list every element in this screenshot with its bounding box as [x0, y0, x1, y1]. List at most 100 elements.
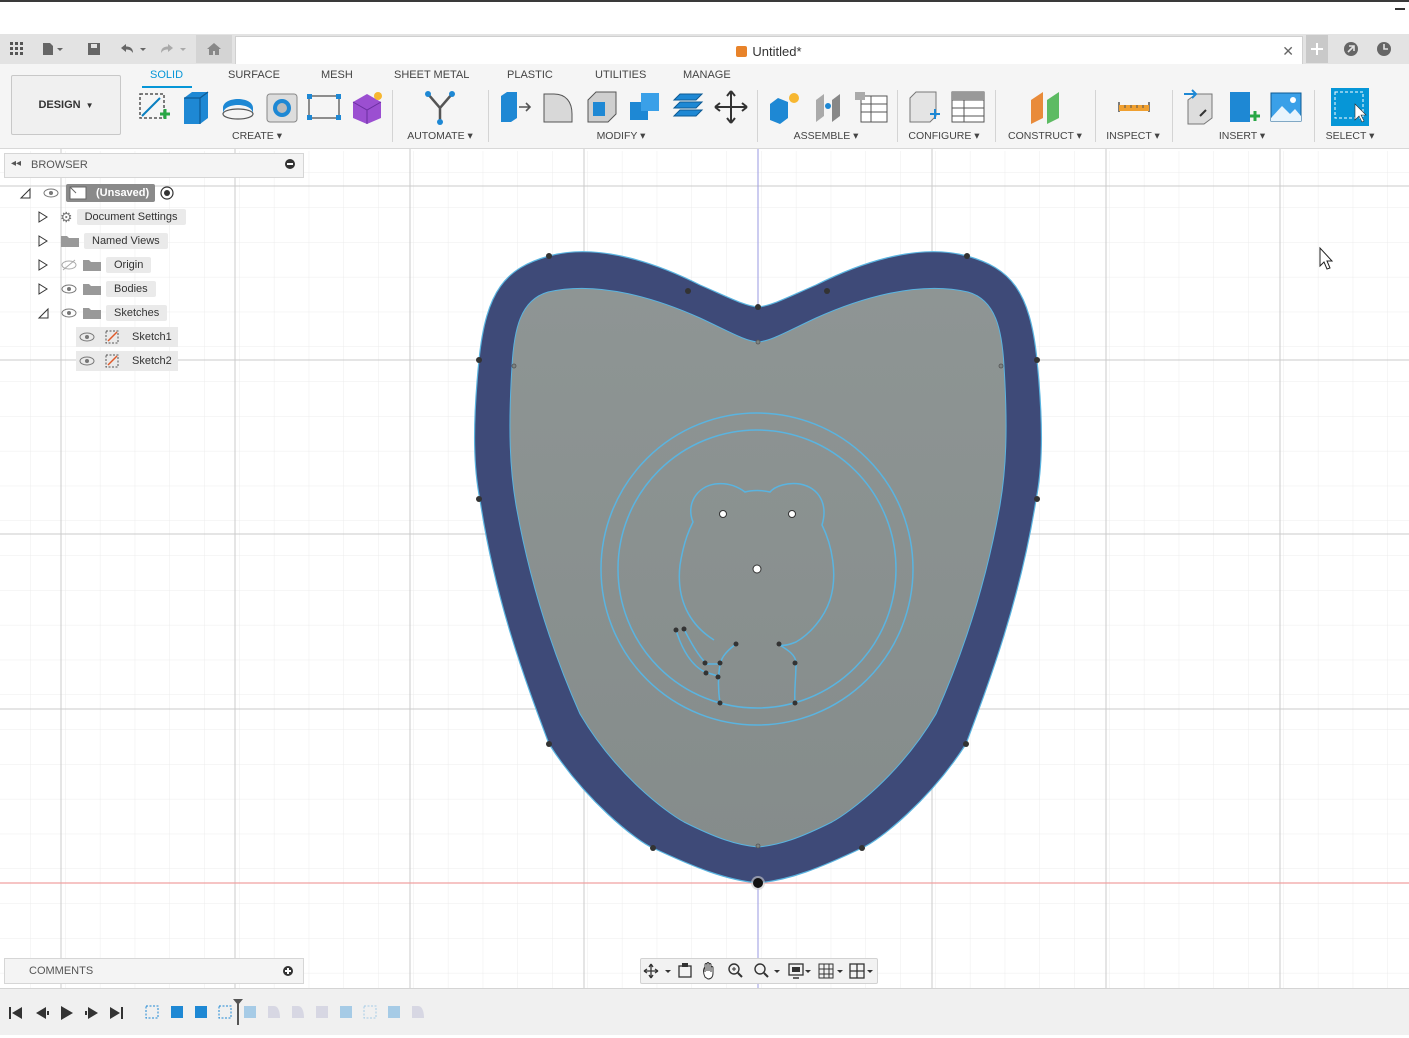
extensions-icon[interactable] — [1340, 34, 1362, 64]
home-icon[interactable] — [196, 35, 232, 63]
automate-icon[interactable] — [422, 88, 458, 126]
design-canvas[interactable] — [0, 149, 1409, 988]
pan-icon[interactable] — [703, 962, 714, 980]
visibility-eye-icon[interactable] — [78, 354, 96, 368]
browser-item-sketches[interactable]: Sketches — [36, 303, 168, 323]
redo-icon[interactable] — [156, 34, 190, 64]
play-icon[interactable] — [61, 1006, 73, 1020]
joint-icon[interactable] — [810, 88, 846, 126]
save-icon[interactable] — [84, 34, 104, 64]
move-icon[interactable] — [713, 88, 749, 126]
fit-icon[interactable] — [754, 963, 780, 978]
insert-canvas-icon[interactable] — [1268, 88, 1304, 126]
expand-triangle-icon[interactable] — [36, 282, 50, 296]
group-separator — [995, 90, 996, 142]
expand-triangle-icon[interactable] — [36, 258, 50, 272]
document-tab[interactable]: Untitled* ✕ — [235, 36, 1303, 65]
browser-item-sketch2[interactable]: Sketch2 — [76, 351, 178, 371]
assemble-menu[interactable]: ASSEMBLE ▾ — [790, 130, 862, 142]
folder-icon — [83, 260, 101, 271]
hole-icon[interactable] — [264, 88, 300, 126]
extrude-icon[interactable] — [178, 88, 214, 126]
create-sketch-icon[interactable] — [136, 88, 172, 126]
insert-menu[interactable]: INSERT ▾ — [1214, 130, 1270, 142]
zoom-icon[interactable] — [728, 963, 743, 978]
collapse-triangle-icon[interactable] — [36, 306, 50, 320]
create-menu[interactable]: CREATE ▾ — [226, 130, 288, 142]
undo-icon[interactable] — [116, 34, 150, 64]
browser-root-node[interactable]: (Unsaved) — [66, 184, 156, 202]
shell-icon[interactable] — [584, 88, 620, 126]
tab-manage[interactable]: MANAGE — [683, 69, 731, 81]
expand-triangle-icon[interactable] — [36, 234, 50, 248]
go-to-start-icon[interactable] — [9, 1007, 22, 1019]
file-menu-icon[interactable] — [38, 34, 68, 64]
comments-expand-icon[interactable] — [283, 966, 293, 976]
browser-minimize-icon[interactable] — [285, 159, 295, 169]
browser-item-sketch1[interactable]: Sketch1 — [76, 327, 178, 347]
browser-item-bodies[interactable]: Bodies — [36, 279, 156, 299]
step-forward-icon[interactable] — [85, 1007, 98, 1019]
press-pull-icon[interactable] — [497, 88, 533, 126]
browser-item-named-views[interactable]: Named Views — [36, 231, 168, 251]
inspect-menu[interactable]: INSPECT ▾ — [1104, 130, 1162, 142]
collapse-triangle-icon[interactable] — [18, 186, 32, 200]
visibility-eye-icon[interactable] — [42, 186, 60, 200]
bill-of-materials-icon[interactable] — [853, 88, 889, 126]
revolve-icon[interactable] — [220, 88, 256, 126]
measure-icon[interactable] — [1116, 88, 1152, 126]
insert-derive-icon[interactable] — [1182, 88, 1218, 126]
tab-utilities[interactable]: UTILITIES — [595, 69, 646, 81]
collapse-browser-icon[interactable]: ◂◂ — [11, 158, 21, 169]
comments-panel-header[interactable]: COMMENTS — [4, 958, 304, 984]
construct-plane-icon[interactable] — [1027, 88, 1063, 126]
new-component-icon[interactable] — [766, 88, 802, 126]
browser-root-row[interactable]: (Unsaved) — [18, 183, 175, 203]
tab-mesh[interactable]: MESH — [321, 69, 353, 81]
grid-settings-icon[interactable] — [818, 963, 843, 979]
configuration-table-icon[interactable] — [950, 88, 986, 126]
select-icon[interactable] — [1331, 88, 1369, 126]
expand-triangle-icon[interactable] — [36, 210, 50, 224]
form-icon[interactable] — [349, 88, 385, 126]
system-title-bar — [0, 0, 1409, 36]
display-settings-icon[interactable] — [788, 963, 811, 979]
tab-plastic[interactable]: PLASTIC — [507, 69, 553, 81]
hidden-eye-icon[interactable] — [60, 258, 78, 272]
viewports-icon[interactable] — [849, 963, 873, 979]
construct-menu[interactable]: CONSTRUCT ▾ — [1006, 130, 1084, 142]
visibility-eye-icon[interactable] — [60, 306, 78, 320]
new-tab-icon[interactable] — [1306, 35, 1328, 63]
pattern-icon[interactable] — [306, 88, 342, 126]
configure-icon[interactable] — [906, 88, 942, 126]
browser-item-document-settings[interactable]: ⚙ Document Settings — [36, 207, 186, 227]
automate-menu[interactable]: AUTOMATE ▾ — [404, 130, 476, 142]
go-to-end-icon[interactable] — [110, 1007, 123, 1019]
look-at-icon[interactable] — [678, 963, 692, 978]
browser-item-origin[interactable]: Origin — [36, 255, 152, 275]
offset-face-icon[interactable] — [670, 88, 706, 126]
tab-surface[interactable]: SURFACE — [228, 69, 280, 81]
job-status-icon[interactable] — [1373, 34, 1395, 64]
modify-menu[interactable]: MODIFY ▾ — [590, 130, 652, 142]
comments-title: COMMENTS — [29, 965, 94, 977]
workspace-switcher[interactable]: DESIGN ▼ — [11, 75, 121, 135]
minimize-icon[interactable] — [1395, 8, 1405, 10]
tab-sheet-metal[interactable]: SHEET METAL — [394, 69, 469, 81]
activate-radio-icon[interactable] — [159, 185, 175, 201]
viewport[interactable] — [0, 149, 1409, 988]
tab-solid[interactable]: SOLID — [150, 69, 183, 81]
close-tab-icon[interactable]: ✕ — [1282, 43, 1294, 60]
combine-icon[interactable] — [627, 88, 663, 126]
visibility-eye-icon[interactable] — [78, 330, 96, 344]
app-grid-icon[interactable] — [6, 34, 28, 64]
fillet-icon[interactable] — [540, 88, 576, 126]
browser-panel-header[interactable]: ◂◂ BROWSER — [4, 153, 304, 178]
timeline-features[interactable] — [145, 999, 424, 1025]
select-menu[interactable]: SELECT ▾ — [1322, 130, 1378, 142]
visibility-eye-icon[interactable] — [60, 282, 78, 296]
insert-mesh-icon[interactable] — [1226, 88, 1262, 126]
step-back-icon[interactable] — [36, 1007, 49, 1019]
configure-menu[interactable]: CONFIGURE ▾ — [908, 130, 980, 142]
orbit-icon[interactable] — [643, 963, 671, 979]
